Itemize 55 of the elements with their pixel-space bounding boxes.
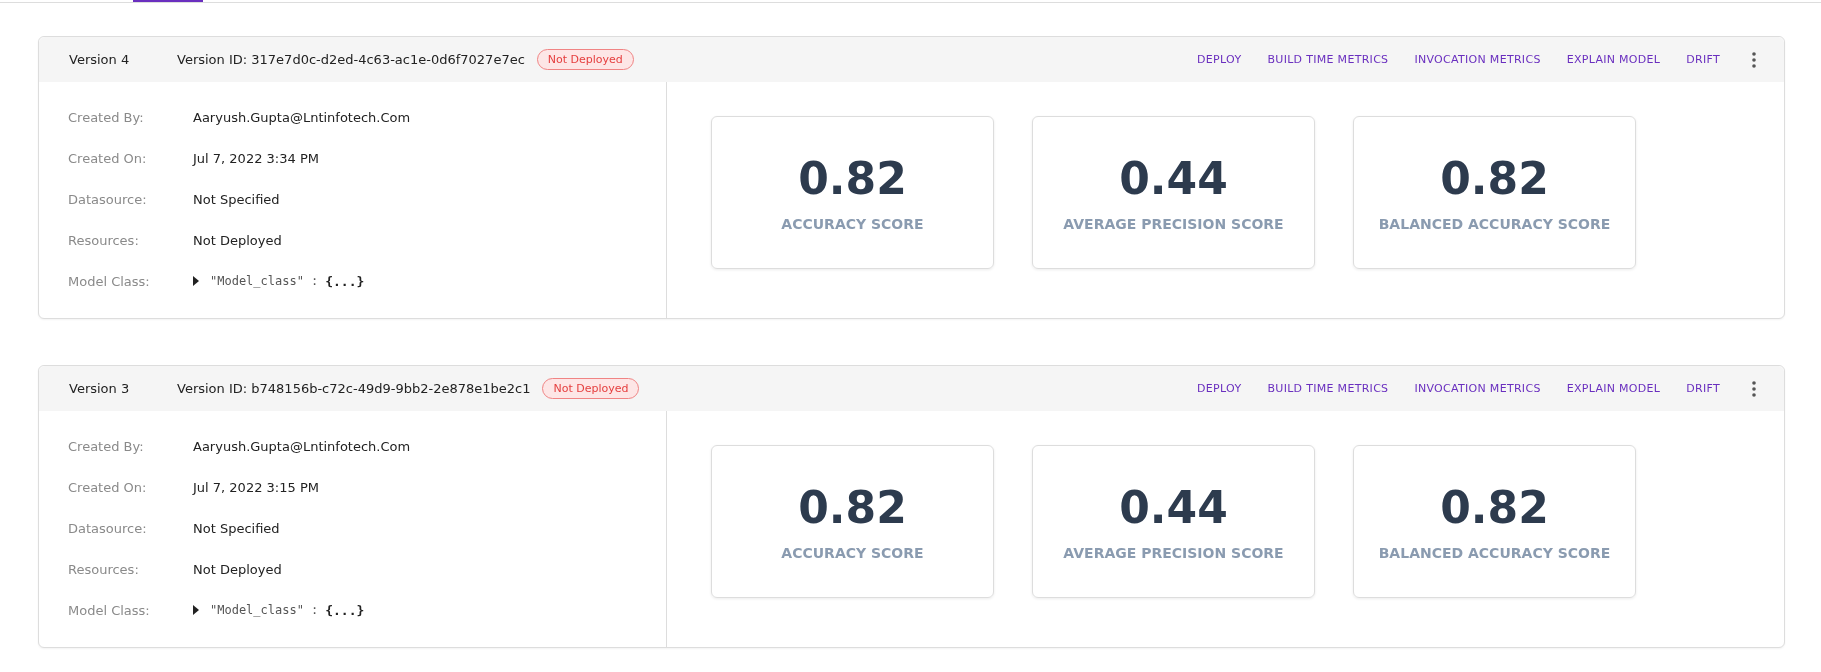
metric-label: AVERAGE PRECISION SCORE (1063, 545, 1284, 561)
metric-value: 0.82 (798, 153, 907, 204)
field-label: Model Class: (68, 602, 151, 618)
action-link[interactable]: DRIFT (1678, 378, 1728, 399)
json-key: "Model_class" (210, 603, 304, 617)
action-link[interactable]: BUILD TIME METRICS (1259, 378, 1397, 399)
field-label: Created By: (68, 438, 145, 454)
action-link[interactable]: DRIFT (1678, 49, 1728, 70)
field-label: Created On: (68, 479, 148, 495)
metric-value: 0.82 (1440, 153, 1549, 204)
field-label: Model Class: (68, 273, 151, 289)
action-link[interactable]: EXPLAIN MODEL (1558, 378, 1669, 399)
field-value: Not Specified (193, 520, 280, 536)
field-value: Jul 7, 2022 3:34 PM (193, 150, 319, 166)
metric-value: 0.82 (1440, 482, 1549, 533)
metric-value: 0.82 (798, 482, 907, 533)
version-title: Version 3 (69, 381, 131, 396)
action-link[interactable]: DEPLOY (1189, 49, 1250, 70)
field-label: Resources: (68, 232, 140, 248)
json-key: "Model_class" (210, 274, 304, 288)
field-value: Not Specified (193, 191, 280, 207)
metric-label: ACCURACY SCORE (781, 545, 924, 561)
json-value: {...} (325, 273, 365, 289)
field-value: Jul 7, 2022 3:15 PM (193, 479, 319, 495)
action-link[interactable]: EXPLAIN MODEL (1558, 49, 1669, 70)
field-value: Aaryush.Gupta@Lntinfotech.Com (193, 109, 411, 125)
field-label: Datasource: (68, 191, 148, 207)
metric-label: AVERAGE PRECISION SCORE (1063, 216, 1284, 232)
field-label: Resources: (68, 561, 140, 577)
field-value: Not Deployed (193, 232, 282, 248)
expand-caret-icon[interactable] (193, 276, 199, 286)
action-link[interactable]: BUILD TIME METRICS (1259, 49, 1397, 70)
tab-underline (133, 0, 203, 2)
metric-label: BALANCED ACCURACY SCORE (1378, 216, 1611, 232)
field-value: Aaryush.Gupta@Lntinfotech.Com (193, 438, 411, 454)
status-badge: Not Deployed (542, 378, 640, 399)
metric-label: ACCURACY SCORE (781, 216, 924, 232)
field-label: Created By: (68, 109, 145, 125)
expand-caret-icon[interactable] (193, 605, 199, 615)
field-label: Created On: (68, 150, 148, 166)
action-link[interactable]: DEPLOY (1189, 378, 1250, 399)
action-link[interactable]: INVOCATION METRICS (1406, 378, 1549, 399)
version-id: Version ID: 317e7d0c-d2ed-4c63-ac1e-0d6f7027e7ec (177, 52, 525, 67)
field-label: Datasource: (68, 520, 148, 536)
metric-value: 0.44 (1119, 482, 1228, 533)
version-id: Version ID: b748156b-c72c-49d9-9bb2-2e878e1be2c1 (177, 381, 531, 396)
json-value: {...} (325, 602, 365, 618)
metric-value: 0.44 (1119, 153, 1228, 204)
status-badge: Not Deployed (536, 49, 634, 70)
json-colon: : (310, 603, 319, 617)
action-link[interactable]: INVOCATION METRICS (1406, 49, 1549, 70)
field-value: Not Deployed (193, 561, 282, 577)
json-colon: : (310, 274, 319, 288)
metric-label: BALANCED ACCURACY SCORE (1378, 545, 1611, 561)
version-title: Version 4 (69, 52, 131, 67)
